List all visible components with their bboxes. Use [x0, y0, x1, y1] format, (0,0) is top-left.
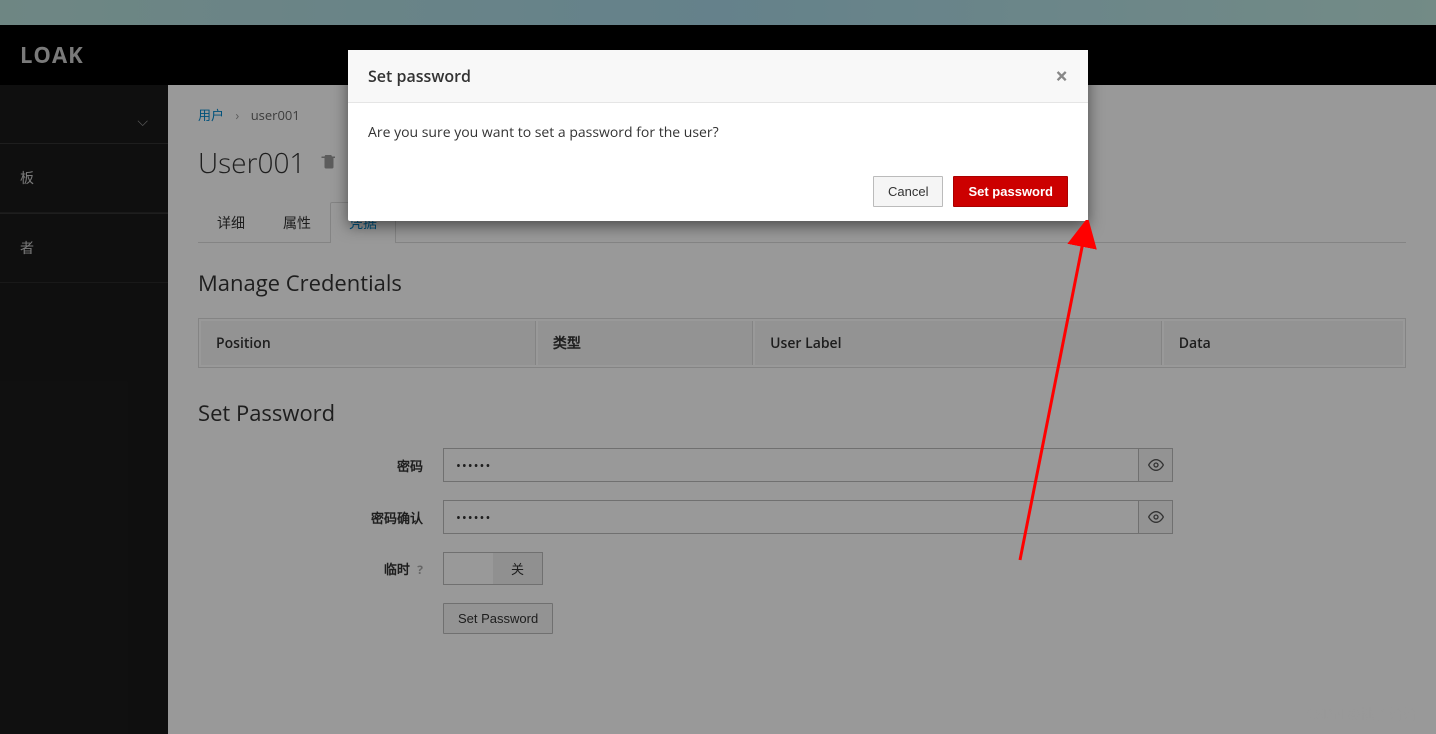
modal-body: Are you sure you want to set a password … — [348, 103, 1088, 162]
close-icon[interactable]: × — [1055, 65, 1068, 87]
confirm-set-password-button[interactable]: Set password — [953, 176, 1068, 207]
cancel-button[interactable]: Cancel — [873, 176, 943, 207]
modal-message: Are you sure you want to set a password … — [368, 123, 719, 142]
watermark: CSDN @桃子给给 — [1307, 704, 1416, 724]
modal-title: Set password — [368, 65, 471, 87]
modal-footer: Cancel Set password — [348, 162, 1088, 221]
set-password-modal: Set password × Are you sure you want to … — [348, 50, 1088, 221]
modal-header: Set password × — [348, 50, 1088, 103]
